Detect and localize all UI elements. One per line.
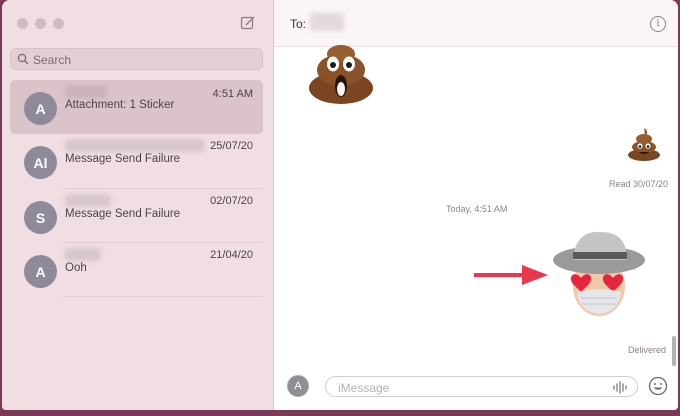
poo-animoji-sticker (309, 45, 373, 104)
audio-waveform-icon[interactable] (613, 381, 629, 394)
avatar: A (24, 255, 57, 288)
contact-name-redacted (65, 139, 205, 152)
read-receipt: Read 30/07/20 (608, 179, 668, 189)
sidebar: Search A Attachment: 1 Sticker 4:51 AM A… (2, 0, 274, 410)
message-time: 4:51 AM (212, 88, 253, 100)
contact-name-redacted (65, 85, 107, 98)
delivered-status: Delivered (627, 345, 666, 355)
conversation-item[interactable]: A Ooh 21/04/20 (10, 243, 263, 297)
search-icon (17, 53, 29, 65)
minimize-window-button[interactable] (35, 18, 46, 29)
emoji-icon[interactable] (648, 376, 668, 396)
zoom-window-button[interactable] (53, 18, 64, 29)
list-divider (63, 296, 263, 297)
close-window-button[interactable] (17, 18, 28, 29)
message-input-box[interactable] (325, 376, 638, 397)
compose-icon[interactable] (240, 15, 256, 31)
app-store-icon[interactable]: A (287, 375, 309, 397)
conversation-item[interactable]: A Attachment: 1 Sticker 4:51 AM (10, 80, 263, 134)
messages-window: Search A Attachment: 1 Sticker 4:51 AM A… (2, 0, 678, 410)
message-preview: Message Send Failure (65, 208, 181, 220)
conversation-item[interactable]: S Message Send Failure 02/07/20 (10, 189, 263, 243)
poo-emoji (628, 128, 660, 161)
window-controls (17, 18, 64, 29)
message-preview: Message Send Failure (65, 153, 181, 165)
red-arrow-annotation (474, 265, 548, 285)
conversation-item[interactable]: Al Message Send Failure 25/07/20 (10, 134, 263, 188)
avatar: S (24, 201, 57, 234)
contact-name-redacted (65, 248, 101, 261)
search-placeholder: Search (33, 53, 72, 67)
to-label: To: (290, 17, 307, 31)
message-time: 21/04/20 (210, 249, 253, 261)
recipient-redacted[interactable] (310, 13, 344, 31)
search-field[interactable]: Search (10, 48, 263, 70)
message-time: 02/07/20 (210, 195, 253, 207)
chat-pane: To: i Read 30/07/20 Today, 4:51 AM Deliv… (274, 0, 678, 410)
message-time: 25/07/20 (210, 140, 253, 152)
message-input[interactable] (336, 379, 600, 396)
message-preview: Ooh (65, 262, 87, 274)
message-preview: Attachment: 1 Sticker (65, 99, 175, 111)
message-timestamp: Today, 4:51 AM (446, 204, 508, 214)
avatar: Al (24, 146, 57, 179)
scrollbar[interactable] (672, 336, 676, 366)
info-icon[interactable]: i (650, 16, 666, 32)
memoji-sticker (553, 231, 645, 316)
chat-header: To: i (274, 0, 678, 47)
contact-name-redacted (65, 194, 111, 207)
avatar: A (24, 92, 57, 125)
